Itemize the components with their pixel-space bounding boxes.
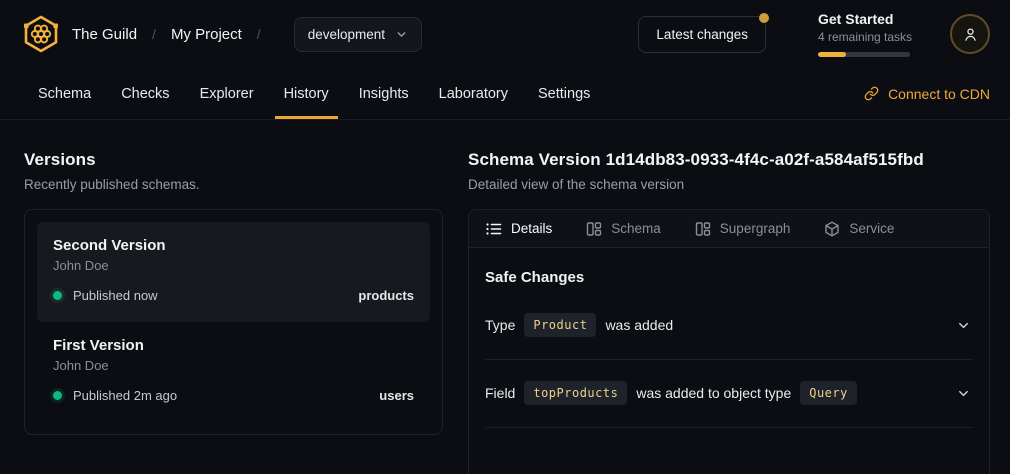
change-text-part: Field: [485, 385, 515, 401]
version-author: John Doe: [53, 258, 414, 273]
nav-tab-insights[interactable]: Insights: [359, 68, 409, 119]
detail-tab-details[interactable]: Details: [486, 221, 552, 237]
detail-tab-label: Service: [849, 221, 894, 236]
versions-subtitle: Recently published schemas.: [24, 177, 443, 192]
published-status-text: Published 2m ago: [73, 388, 177, 403]
nav-tab-schema[interactable]: Schema: [38, 68, 91, 119]
code-pill: topProducts: [524, 381, 627, 405]
published-status-dot: [53, 391, 62, 400]
connect-to-cdn-label: Connect to CDN: [888, 86, 990, 102]
changes-list: Type Product was added Field topProducts was …: [485, 292, 973, 428]
latest-changes-button[interactable]: Latest changes: [638, 16, 766, 53]
user-avatar[interactable]: [950, 14, 990, 54]
project-breadcrumb[interactable]: My Project: [171, 26, 242, 43]
version-list-item[interactable]: Second Version John Doe Published now produ…: [37, 222, 430, 322]
nav-tabs: Schema Checks Explorer History Insights Labor…: [38, 68, 590, 119]
schema-change-row: Field topProducts was added to object type…: [485, 360, 973, 428]
nav-tab-explorer[interactable]: Explorer: [200, 68, 254, 119]
breadcrumb-separator: /: [257, 26, 261, 42]
columns-icon: [586, 221, 602, 237]
chevron-down-icon: [956, 386, 971, 401]
main-nav: Schema Checks Explorer History Insights Labor…: [0, 68, 1010, 120]
change-description: Field topProducts was added to object type…: [485, 381, 857, 405]
breadcrumb-separator: /: [152, 26, 156, 42]
link-icon: [864, 86, 879, 101]
code-pill: Product: [524, 313, 596, 337]
detail-tab-service[interactable]: Service: [824, 221, 894, 237]
schema-version-title: Schema Version 1d14db83-0933-4f4c-a02f-a…: [468, 150, 990, 170]
main-content: Versions Recently published schemas. Sec…: [0, 120, 1010, 474]
version-detail-body: Safe Changes Type Product was added Fieldto…: [469, 248, 989, 428]
list-icon: [486, 221, 502, 237]
nav-tab-checks[interactable]: Checks: [121, 68, 169, 119]
change-text-part: was added: [605, 317, 673, 333]
detail-tab-supergraph[interactable]: Supergraph: [695, 221, 791, 237]
get-started-progress-bar: [818, 52, 910, 57]
versions-title: Versions: [24, 150, 443, 170]
cube-icon: [824, 221, 840, 237]
service-name-badge: users: [379, 388, 414, 403]
change-text-part: was added to object type: [636, 385, 791, 401]
chevron-down-icon: [395, 28, 408, 41]
code-pill: Query: [800, 381, 857, 405]
detail-tab-label: Details: [511, 221, 552, 236]
change-text-part: Type: [485, 317, 515, 333]
versions-list: Second Version John Doe Published now produ…: [24, 209, 443, 435]
safe-changes-title: Safe Changes: [485, 269, 973, 286]
service-name-badge: products: [358, 288, 414, 303]
version-meta-row: Published 2m ago users: [53, 388, 414, 403]
expand-change-button[interactable]: [954, 384, 973, 403]
latest-changes-label: Latest changes: [656, 27, 748, 42]
schema-change-row: Type Product was added: [485, 292, 973, 360]
notification-dot: [759, 13, 769, 23]
get-started-remaining-tasks: 4 remaining tasks: [818, 30, 910, 44]
nav-tab-settings[interactable]: Settings: [538, 68, 590, 119]
target-selector[interactable]: development: [294, 17, 422, 52]
org-breadcrumb[interactable]: The Guild: [72, 26, 137, 43]
published-status-dot: [53, 291, 62, 300]
version-detail-section: Schema Version 1d14db83-0933-4f4c-a02f-a…: [468, 150, 990, 474]
version-detail-card: Details Schema Supergraph Service Safe C…: [468, 209, 990, 474]
detail-tab-label: Schema: [611, 221, 661, 236]
guild-logo-icon[interactable]: [22, 14, 60, 54]
version-meta-row: Published now products: [53, 288, 414, 303]
get-started-widget[interactable]: Get Started 4 remaining tasks: [818, 11, 910, 57]
target-selector-value: development: [308, 27, 385, 42]
connect-to-cdn-button[interactable]: Connect to CDN: [864, 68, 990, 119]
chevron-down-icon: [956, 318, 971, 333]
version-list-item[interactable]: First Version John Doe Published 2m ago use…: [37, 322, 430, 422]
get-started-title: Get Started: [818, 11, 910, 27]
nav-tab-history[interactable]: History: [284, 68, 329, 119]
version-title: Second Version: [53, 237, 414, 254]
versions-section: Versions Recently published schemas. Sec…: [24, 150, 443, 474]
version-detail-tabs: Details Schema Supergraph Service: [469, 210, 989, 248]
version-title: First Version: [53, 337, 414, 354]
version-author: John Doe: [53, 358, 414, 373]
app-header: The Guild / My Project / development Lat…: [0, 0, 1010, 68]
change-description: Type Product was added: [485, 313, 673, 337]
published-status-text: Published now: [73, 288, 158, 303]
get-started-progress-fill: [818, 52, 846, 57]
detail-tab-schema[interactable]: Schema: [586, 221, 661, 237]
schema-version-subtitle: Detailed view of the schema version: [468, 177, 990, 192]
nav-tab-laboratory[interactable]: Laboratory: [439, 68, 508, 119]
user-icon: [962, 26, 979, 43]
detail-tab-label: Supergraph: [720, 221, 791, 236]
columns-icon: [695, 221, 711, 237]
expand-change-button[interactable]: [954, 316, 973, 335]
